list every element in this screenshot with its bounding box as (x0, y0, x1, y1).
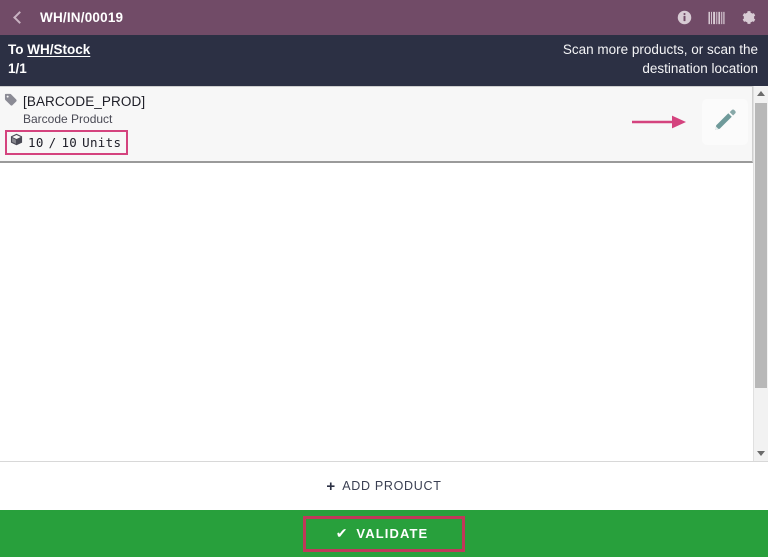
scan-instruction-line-2: destination location (642, 61, 758, 76)
product-list: [BARCODE_PROD] Barcode Product 10 / 10 U… (0, 86, 753, 461)
validate-button[interactable]: ✔ VALIDATE (302, 515, 466, 552)
page-title: WH/IN/00019 (40, 10, 124, 25)
product-code-line: [BARCODE_PROD] (4, 93, 630, 110)
vertical-scrollbar[interactable] (753, 86, 768, 461)
product-list-region: [BARCODE_PROD] Barcode Product 10 / 10 U… (0, 86, 768, 461)
product-line-details: [BARCODE_PROD] Barcode Product 10 / 10 U… (0, 93, 630, 155)
validate-bar[interactable]: ✔ VALIDATE (0, 510, 768, 557)
tag-icon (4, 93, 18, 111)
scan-instruction: Scan more products, or scan the destinat… (563, 40, 758, 78)
info-icon[interactable] (677, 10, 692, 25)
scrollbar-track[interactable] (753, 101, 768, 446)
back-button[interactable] (4, 3, 32, 33)
quantity-done: 10 (28, 134, 44, 150)
line-counter: 1/1 (8, 61, 27, 76)
validate-label: VALIDATE (356, 525, 429, 541)
transfer-info-bar: To WH/Stock 1/1 Scan more products, or s… (0, 35, 768, 86)
check-icon: ✔ (335, 525, 348, 541)
quantity-highlight-box[interactable]: 10 / 10 Units (5, 130, 129, 155)
barcode-icon[interactable] (708, 11, 725, 25)
add-product-button[interactable]: + ADD PRODUCT (326, 479, 441, 494)
arrow-right-icon (630, 111, 688, 133)
destination-value[interactable]: WH/Stock (27, 42, 90, 57)
chevron-left-icon (13, 11, 26, 24)
package-icon (10, 133, 23, 151)
product-code: [BARCODE_PROD] (23, 94, 146, 109)
product-line-row[interactable]: [BARCODE_PROD] Barcode Product 10 / 10 U… (0, 86, 753, 163)
product-line-actions (630, 99, 752, 145)
app-header: WH/IN/00019 (0, 0, 768, 35)
header-actions (677, 10, 756, 25)
scroll-down-arrow-icon[interactable] (754, 446, 768, 461)
destination-line: To WH/Stock (8, 40, 90, 59)
quantity-total: 10 (61, 134, 78, 150)
edit-line-button[interactable] (702, 99, 748, 145)
scroll-up-arrow-icon[interactable] (754, 86, 768, 101)
add-product-label: ADD PRODUCT (342, 479, 442, 493)
gear-icon[interactable] (741, 10, 756, 25)
plus-icon: + (326, 477, 336, 495)
quantity-separator: / (48, 134, 57, 150)
destination-label: To (8, 42, 24, 57)
destination-block: To WH/Stock 1/1 (8, 40, 90, 78)
scrollbar-thumb[interactable] (754, 103, 767, 388)
scan-instruction-line-1: Scan more products, or scan the (562, 42, 758, 57)
add-product-row: + ADD PRODUCT (0, 461, 768, 510)
product-name: Barcode Product (23, 112, 113, 126)
barcode-transfer-screen: WH/IN/00019 To WH/Stock 1/1 Scan more pr… (0, 0, 768, 557)
quantity-uom: Units (82, 134, 122, 150)
pencil-icon (713, 107, 738, 137)
